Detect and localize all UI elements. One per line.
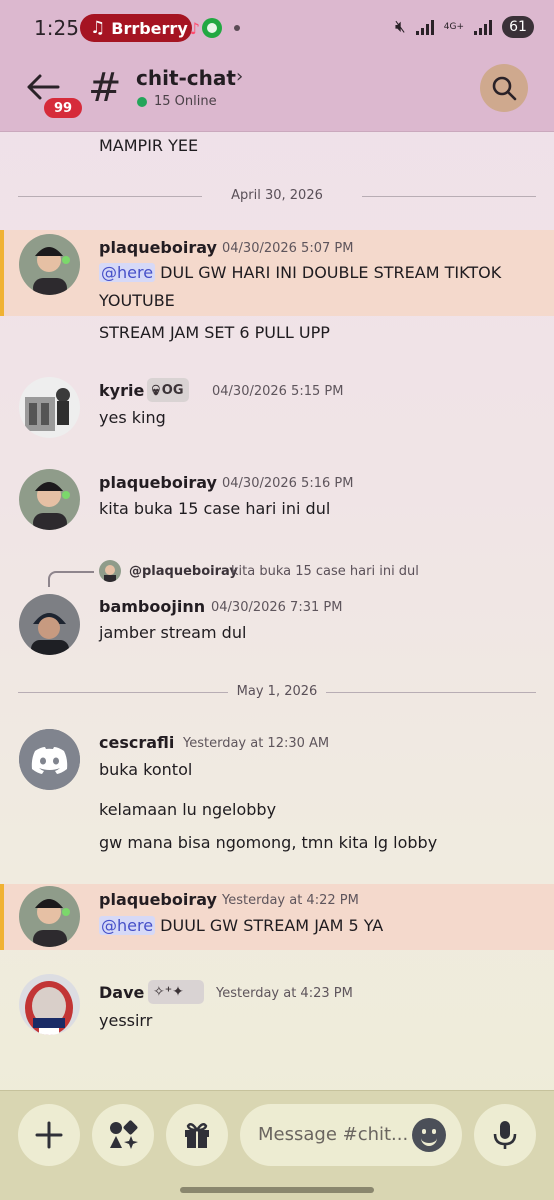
- channel-title[interactable]: chit-chat: [136, 66, 236, 90]
- discord-default-avatar[interactable]: [19, 729, 80, 790]
- avatar[interactable]: [19, 594, 80, 655]
- message-text: @here DUUL GW STREAM JAM 5 YA: [99, 916, 383, 935]
- reply-connector: [48, 571, 94, 587]
- skull-icon: 💀︎: [152, 381, 160, 399]
- chevron-right-icon[interactable]: ›: [236, 66, 243, 87]
- message-text: kita buka 15 case hari ini dul: [99, 499, 331, 518]
- timestamp: Yesterday at 4:22 PM: [222, 893, 359, 908]
- user-tag-badge: 💀︎ OG: [147, 378, 189, 402]
- microphone-icon: [493, 1121, 517, 1149]
- timestamp: 04/30/2026 5:07 PM: [222, 241, 354, 256]
- apps-icon: [110, 1120, 138, 1149]
- avatar[interactable]: [19, 377, 80, 438]
- message-text: @here DUL GW HARI INI DOUBLE STREAM TIKT…: [99, 263, 501, 282]
- reply-preview[interactable]: kita buka 15 case hari ini dul: [231, 564, 419, 579]
- unread-badge: 99: [42, 96, 84, 120]
- status-time: 1:25: [34, 16, 79, 40]
- signal-icon: [415, 19, 434, 35]
- online-count: 15 Online: [154, 94, 217, 109]
- message-text: MAMPIR YEE: [99, 136, 199, 155]
- message-text: STREAM JAM SET 6 PULL UPP: [99, 323, 330, 342]
- timestamp: 04/30/2026 5:16 PM: [222, 476, 354, 491]
- timestamp: 04/30/2026 5:15 PM: [212, 384, 344, 399]
- tiktok-icon: ♪: [189, 18, 200, 38]
- message-text: kelamaan lu ngelobby: [99, 800, 277, 819]
- emoji-icon[interactable]: [412, 1118, 446, 1152]
- date-divider-label: May 1, 2026: [236, 684, 318, 699]
- message-line: DUL GW HARI INI DOUBLE STREAM TIKTOK: [160, 263, 502, 282]
- timestamp: Yesterday at 4:23 PM: [216, 986, 353, 1001]
- avatar[interactable]: [19, 974, 80, 1035]
- message-line: DUUL GW STREAM JAM 5 YA: [160, 916, 384, 935]
- media-pill[interactable]: ♫ Brrberry ♪: [80, 14, 200, 42]
- more-notifications-dot: [234, 25, 240, 31]
- app-notification-icon: [202, 18, 222, 38]
- online-status-dot: [137, 97, 147, 107]
- message-text: jamber stream dul: [99, 623, 247, 642]
- voice-message-button[interactable]: [474, 1104, 536, 1166]
- message-text: yessirr: [99, 1011, 153, 1030]
- date-divider-label: April 30, 2026: [231, 188, 323, 203]
- mention-here[interactable]: @here: [99, 916, 156, 935]
- plus-icon: [35, 1121, 63, 1149]
- sparkle-badge-icon: ✧⁺✦: [153, 984, 184, 1000]
- search-button[interactable]: [480, 64, 528, 112]
- message-list[interactable]: MAMPIR YEE April 30, 2026 plaqueboiray 0…: [0, 132, 554, 1090]
- add-attachment-button[interactable]: [18, 1104, 80, 1166]
- username[interactable]: plaqueboiray: [99, 238, 217, 257]
- music-note-icon: ♫: [90, 18, 106, 38]
- timestamp: Yesterday at 12:30 AM: [183, 736, 330, 751]
- message-text: YOUTUBE: [99, 291, 175, 310]
- username[interactable]: cescrafli: [99, 733, 174, 752]
- reply-avatar: [99, 560, 121, 582]
- hashtag-icon: #: [88, 65, 122, 111]
- username[interactable]: kyrie: [99, 381, 144, 400]
- gift-icon: [185, 1123, 209, 1148]
- apps-button[interactable]: [92, 1104, 154, 1166]
- search-icon: [492, 76, 517, 101]
- media-pill-label: Brrberry: [111, 18, 188, 38]
- mention-here[interactable]: @here: [99, 263, 156, 282]
- date-divider: April 30, 2026: [18, 186, 536, 206]
- avatar[interactable]: [19, 234, 80, 295]
- user-tag-badge: ✧⁺✦: [148, 980, 204, 1004]
- message-text: yes king: [99, 408, 166, 427]
- status-right: 🔇︎ 4G+ 61: [395, 16, 534, 38]
- tag-label: OG: [161, 382, 184, 398]
- gesture-home-bar[interactable]: [180, 1187, 374, 1193]
- status-bar: 1:25 ♫ Brrberry ♪ 🔇︎ 4G+ 61: [0, 0, 554, 56]
- battery-indicator: 61: [502, 16, 534, 38]
- reply-username[interactable]: @plaqueboiray: [129, 564, 238, 579]
- message-composer: Message #chit...: [0, 1090, 554, 1200]
- message-text: buka kontol: [99, 760, 193, 779]
- message-input-placeholder: Message #chit...: [258, 1124, 409, 1145]
- date-divider: May 1, 2026: [18, 682, 536, 702]
- gift-button[interactable]: [166, 1104, 228, 1166]
- channel-header: 99 # chit-chat › 15 Online: [0, 56, 554, 132]
- username[interactable]: plaqueboiray: [99, 890, 217, 909]
- message-input[interactable]: Message #chit...: [240, 1104, 462, 1166]
- signal-icon-2: [474, 19, 492, 35]
- avatar[interactable]: [19, 886, 80, 947]
- username[interactable]: plaqueboiray: [99, 473, 217, 492]
- message-text: gw mana bisa ngomong, tmn kita lg lobby: [99, 833, 438, 852]
- avatar[interactable]: [19, 469, 80, 530]
- network-type: 4G+: [443, 21, 464, 32]
- mute-icon: 🔇︎: [395, 17, 406, 37]
- username[interactable]: Dave: [99, 983, 144, 1002]
- username[interactable]: bamboojinn: [99, 597, 205, 616]
- timestamp: 04/30/2026 7:31 PM: [211, 600, 343, 615]
